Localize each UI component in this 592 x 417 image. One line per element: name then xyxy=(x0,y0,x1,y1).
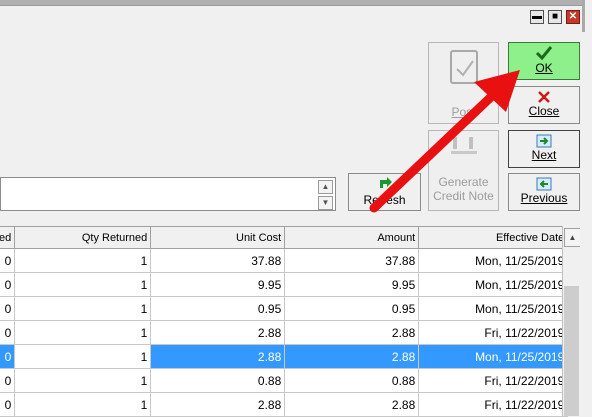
cell-unit-cost: 2.88 xyxy=(150,320,286,345)
cell-effective-date: Mon, 11/25/2019 xyxy=(418,344,569,369)
close-icon xyxy=(538,91,550,103)
cell-qty-ordered: 0 xyxy=(0,248,16,273)
generate-label-1: Generate xyxy=(438,175,489,189)
cell-unit-cost: 37.88 xyxy=(150,248,286,273)
table-row[interactable]: 0 1 9.95 9.95 Mon, 11/25/2019 xyxy=(0,272,569,297)
cell-amount: 37.88 xyxy=(284,248,420,273)
table-row[interactable]: 0 1 2.88 2.88 Fri, 11/22/2019 xyxy=(0,320,569,345)
refresh-icon xyxy=(379,177,392,188)
next-arrow-icon xyxy=(536,134,552,148)
generate-credit-note-button[interactable]: Generate Credit Note xyxy=(428,130,499,211)
generate-label-2: Credit Note xyxy=(433,189,494,203)
cell-effective-date: Mon, 11/25/2019 xyxy=(418,248,569,273)
table-row[interactable]: 0 1 0.88 0.88 Fri, 11/22/2019 xyxy=(0,368,569,393)
close-button[interactable]: Close xyxy=(508,86,580,124)
refresh-label: Refresh xyxy=(363,193,406,207)
previous-arrow-icon xyxy=(536,177,552,191)
table-row[interactable]: 0 1 0.95 0.95 Mon, 11/25/2019 xyxy=(0,296,569,321)
cell-unit-cost: 0.88 xyxy=(150,368,286,393)
cell-amount: 2.88 xyxy=(284,392,420,417)
minimize-button[interactable]: ▬ xyxy=(530,10,544,24)
cell-effective-date: Fri, 11/22/2019 xyxy=(418,368,569,393)
cell-unit-cost: 0.95 xyxy=(150,296,286,321)
window-right-edge xyxy=(580,226,592,416)
scroll-thumb[interactable] xyxy=(564,286,579,416)
cell-unit-cost: 2.88 xyxy=(150,344,286,369)
ok-label: OK xyxy=(535,61,553,75)
cell-qty-ordered: 0 xyxy=(0,368,16,393)
cell-unit-cost: 9.95 xyxy=(150,272,286,297)
cell-qty-returned: 1 xyxy=(14,296,152,321)
returns-grid[interactable]: ed Qty Returned Unit Cost Amount Effecti… xyxy=(0,226,580,417)
cell-amount: 0.88 xyxy=(284,368,420,393)
previous-label: Previous xyxy=(520,191,568,205)
checkmark-icon xyxy=(535,46,553,61)
cell-effective-date: Fri, 11/22/2019 xyxy=(418,320,569,345)
title-bar: ▬ ■ ✕ xyxy=(0,0,592,32)
next-button[interactable]: Next xyxy=(508,130,580,168)
table-row[interactable]: 0 1 37.88 37.88 Mon, 11/25/2019 xyxy=(0,248,569,273)
close-label: Close xyxy=(528,104,560,118)
post-label: Post xyxy=(451,105,476,119)
credit-note-icon xyxy=(450,137,477,154)
cell-amount: 2.88 xyxy=(284,344,420,369)
cell-qty-ordered: 0 xyxy=(0,392,16,417)
cell-amount: 9.95 xyxy=(284,272,420,297)
notes-spin[interactable]: ▲ ▼ xyxy=(318,180,333,210)
cell-unit-cost: 2.88 xyxy=(150,392,286,417)
notes-textbox[interactable] xyxy=(0,177,336,211)
table-row[interactable]: 0 1 2.88 2.88 Fri, 11/22/2019 xyxy=(0,392,569,417)
title-bar-strip xyxy=(0,0,582,6)
col-header-qty-returned[interactable]: Qty Returned xyxy=(14,226,152,249)
cell-effective-date: Fri, 11/22/2019 xyxy=(418,392,569,417)
grid-table: ed Qty Returned Unit Cost Amount Effecti… xyxy=(0,226,569,417)
cell-qty-ordered: 0 xyxy=(0,320,16,345)
cell-qty-returned: 1 xyxy=(14,248,152,273)
scroll-up-icon[interactable]: ▲ xyxy=(564,228,581,247)
maximize-button[interactable]: ■ xyxy=(548,10,562,24)
refresh-button[interactable]: Refresh xyxy=(348,173,421,211)
cell-effective-date: Mon, 11/25/2019 xyxy=(418,272,569,297)
close-window-button[interactable]: ✕ xyxy=(566,10,580,24)
cell-amount: 2.88 xyxy=(284,320,420,345)
cell-qty-ordered: 0 xyxy=(0,344,16,369)
col-header-effective-date[interactable]: Effective Date xyxy=(418,226,569,249)
post-icon xyxy=(449,50,478,84)
grid-scrollbar[interactable]: ▲ xyxy=(562,226,581,416)
spin-down-icon[interactable]: ▼ xyxy=(318,196,333,210)
cell-qty-ordered: 0 xyxy=(0,272,16,297)
cell-effective-date: Mon, 11/25/2019 xyxy=(418,296,569,321)
col-header-qty-ordered[interactable]: ed xyxy=(0,226,16,249)
next-label: Next xyxy=(531,148,557,162)
table-row-selected[interactable]: 0 1 2.88 2.88 Mon, 11/25/2019 xyxy=(0,344,569,369)
col-header-unit-cost[interactable]: Unit Cost xyxy=(150,226,286,249)
window-edge xyxy=(582,0,585,32)
cell-qty-returned: 1 xyxy=(14,392,152,417)
header-row: ed Qty Returned Unit Cost Amount Effecti… xyxy=(0,226,569,249)
col-header-amount[interactable]: Amount xyxy=(284,226,420,249)
cell-qty-returned: 1 xyxy=(14,272,152,297)
previous-button[interactable]: Previous xyxy=(508,173,580,211)
cell-qty-returned: 1 xyxy=(14,368,152,393)
spin-up-icon[interactable]: ▲ xyxy=(318,180,333,194)
cell-qty-ordered: 0 xyxy=(0,296,16,321)
post-button[interactable]: Post xyxy=(428,42,499,124)
cell-qty-returned: 1 xyxy=(14,344,152,369)
cell-qty-returned: 1 xyxy=(14,320,152,345)
ok-button[interactable]: OK xyxy=(508,42,580,80)
cell-amount: 0.95 xyxy=(284,296,420,321)
